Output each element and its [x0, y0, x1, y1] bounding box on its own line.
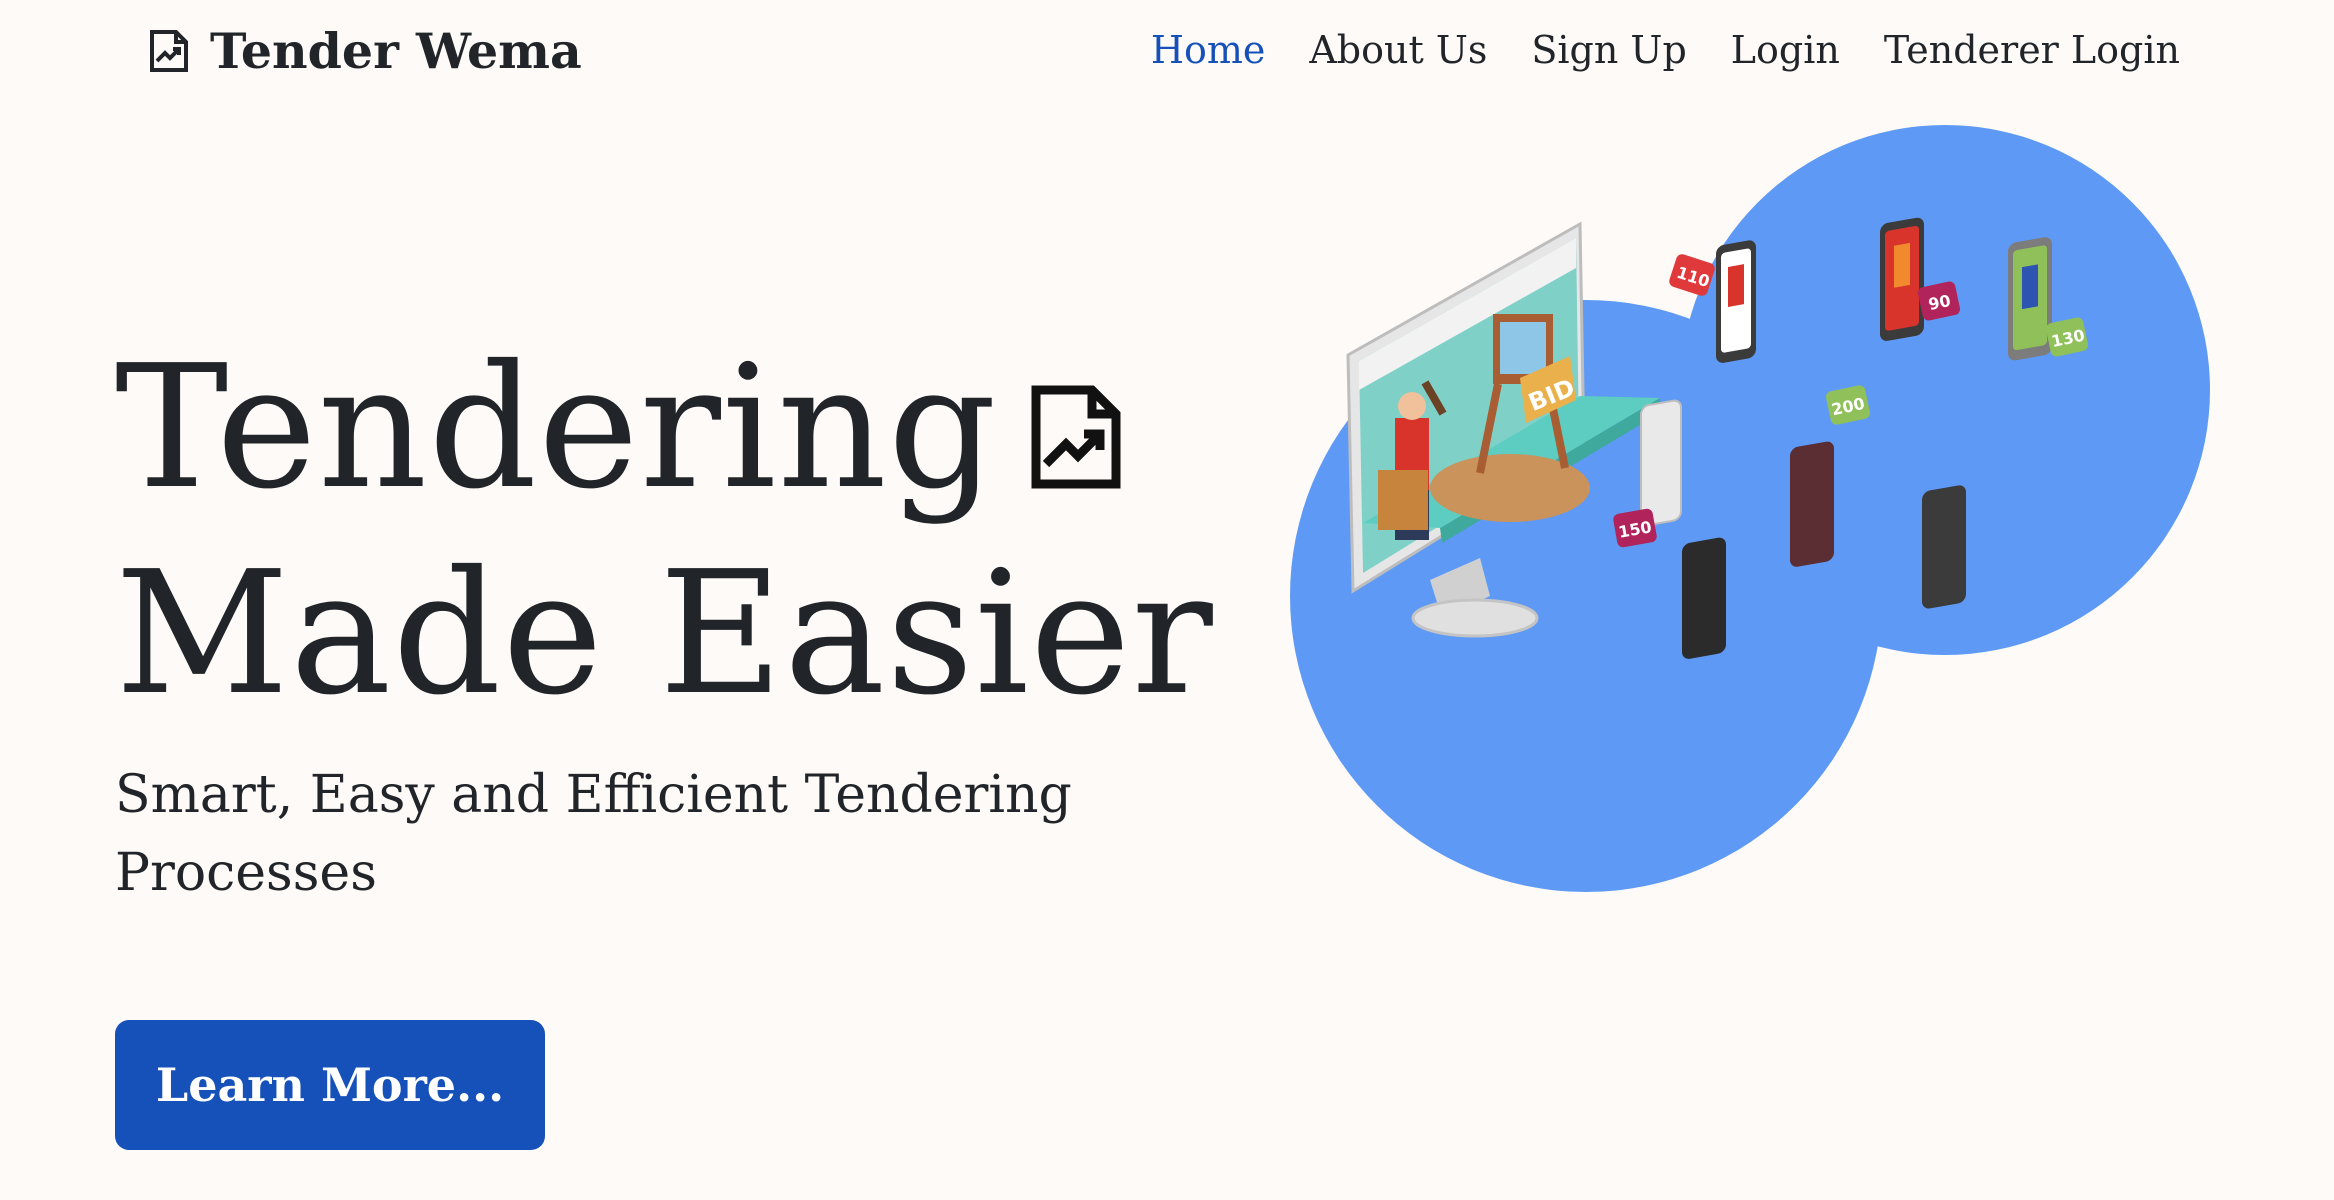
nav-tenderer-login[interactable]: Tenderer Login	[1884, 28, 2180, 72]
phone-6	[1790, 441, 1834, 567]
phone-5	[1682, 537, 1726, 659]
hero-title-text-1: Tendering	[115, 329, 998, 527]
brand-link[interactable]: Tender Wema	[148, 22, 582, 80]
phone-1	[1716, 240, 1756, 363]
nav-login[interactable]: Login	[1731, 28, 1840, 72]
nav-links: Home About Us Sign Up Login Tenderer Log…	[1151, 28, 2180, 72]
learn-more-button[interactable]: Learn More...	[115, 1020, 545, 1150]
phone-7	[1922, 485, 1966, 609]
phone-4	[1640, 399, 1682, 527]
phone-2	[1880, 217, 1924, 341]
hero-title: Tendering Made Easier	[115, 325, 1214, 737]
nav-sign-up[interactable]: Sign Up	[1531, 28, 1686, 72]
nav-about-us[interactable]: About Us	[1309, 28, 1487, 72]
navbar: Tender Wema Home About Us Sign Up Login …	[0, 0, 2334, 108]
file-chart-icon	[148, 28, 190, 74]
hero-subtitle: Smart, Easy and Efficient Tendering Proc…	[115, 765, 1072, 903]
hero-title-line-2: Made Easier	[115, 535, 1214, 733]
bid-tag-150: 150	[1613, 508, 1657, 548]
brand-name: Tender Wema	[210, 22, 582, 80]
hero-title-line-1: Tendering	[115, 325, 1214, 531]
auction-illustration: BID 110 90 130 200 150	[1290, 125, 2210, 892]
phone-3	[2008, 237, 2052, 361]
file-chart-icon	[1028, 331, 1124, 489]
nav-home[interactable]: Home	[1151, 28, 1266, 72]
